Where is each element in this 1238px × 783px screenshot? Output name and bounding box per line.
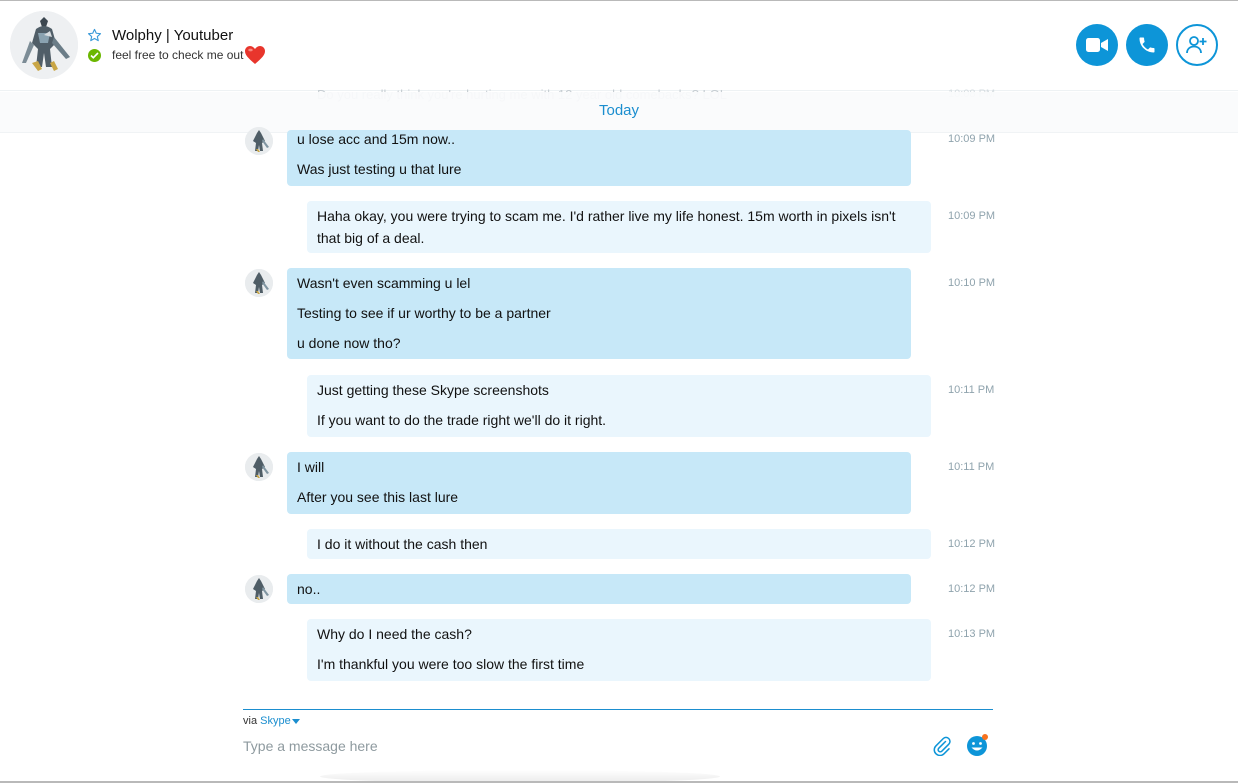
message-bubble-outgoing[interactable]: I do it without the cash then — [307, 529, 931, 559]
sender-avatar[interactable] — [245, 453, 273, 481]
sender-avatar[interactable] — [245, 575, 273, 603]
sender-avatar[interactable] — [245, 269, 273, 297]
heart-emoji-icon — [245, 46, 265, 64]
message-timestamp: 10:10 PM — [948, 277, 996, 289]
video-call-button[interactable] — [1076, 24, 1118, 66]
message-text: Just getting these Skype screenshots — [317, 382, 549, 398]
message-bubble-incoming[interactable]: no.. — [287, 574, 911, 604]
message-text: Why do I need the cash? — [317, 626, 472, 642]
message-bubble-incoming[interactable]: Wasn't even scamming u lel Testing to se… — [287, 268, 911, 359]
contact-name[interactable]: Wolphy | Youtuber — [112, 27, 233, 44]
message-text: I'm thankful you were too slow the first… — [317, 656, 585, 672]
video-camera-icon — [1086, 38, 1108, 52]
audio-call-button[interactable] — [1126, 24, 1168, 66]
notification-dot — [982, 734, 988, 740]
message-timestamp: 10:13 PM — [948, 628, 996, 640]
message-text: After you see this last lure — [297, 489, 459, 505]
date-divider-label: Today — [598, 102, 640, 119]
message-timestamp: 10:09 PM — [948, 133, 996, 145]
via-label: via — [243, 715, 258, 727]
message-text: Haha okay, you were trying to scam me. I… — [317, 208, 896, 246]
message-timestamp: 10:09 PM — [948, 210, 996, 222]
message-timestamp: 10:12 PM — [948, 538, 996, 550]
message-text: Wasn't even scamming u lel — [297, 275, 471, 291]
paperclip-icon[interactable] — [932, 736, 952, 756]
add-people-button[interactable] — [1176, 24, 1218, 66]
message-text: If you want to do the trade right we'll … — [317, 412, 607, 428]
message-timestamp: 10:11 PM — [948, 461, 995, 473]
message-text: Testing to see if ur worthy to be a part… — [297, 305, 551, 321]
message-text: no.. — [297, 581, 321, 597]
message-text: I will — [297, 459, 325, 475]
message-text: u done now tho? — [297, 335, 401, 351]
message-bubble-outgoing[interactable]: Haha okay, you were trying to scam me. I… — [307, 201, 931, 253]
message-bubble-outgoing[interactable]: Why do I need the cash? I'm thankful you… — [307, 619, 931, 681]
message-text: u lose acc and 15m now.. — [297, 131, 455, 147]
conversation-header: Wolphy | Youtuber feel free to check me … — [0, 1, 1238, 91]
add-person-icon — [1186, 36, 1207, 54]
message-timestamp: 10:12 PM — [948, 583, 996, 595]
compose-divider — [243, 709, 993, 710]
message-bubble-incoming[interactable]: u lose acc and 15m now.. Was just testin… — [287, 130, 911, 186]
contact-avatar[interactable] — [10, 11, 78, 79]
online-status-icon — [88, 49, 101, 62]
message-bubble-outgoing[interactable]: Just getting these Skype screenshots If … — [307, 375, 931, 437]
message-timestamp: 10:11 PM — [948, 384, 995, 396]
send-via-selector[interactable]: via Skype — [243, 715, 300, 727]
mood-message: feel free to check me out — [112, 48, 244, 62]
message-text: Was just testing u that lure — [297, 161, 462, 177]
dropdown-caret-icon[interactable] — [291, 718, 300, 724]
sender-avatar[interactable] — [245, 127, 273, 155]
message-input[interactable] — [243, 735, 913, 757]
via-service-name[interactable]: Skype — [260, 715, 291, 727]
phone-icon — [1139, 37, 1155, 53]
message-bubble-incoming[interactable]: I will After you see this last lure — [287, 452, 911, 514]
message-text: I do it without the cash then — [317, 536, 488, 552]
favorite-star-icon[interactable] — [87, 28, 102, 43]
